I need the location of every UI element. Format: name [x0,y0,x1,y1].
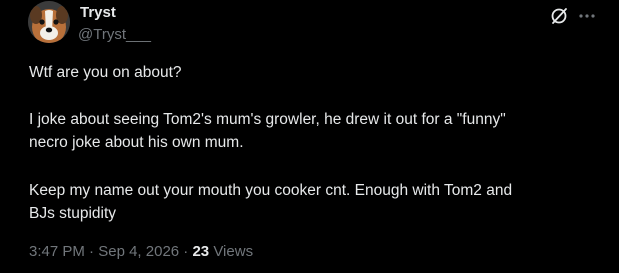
more-options-icon[interactable] [576,6,598,26]
avatar[interactable] [28,1,70,43]
meta-separator: · [183,243,189,260]
grok-icon[interactable] [549,6,569,26]
meta-separator: · [89,243,95,260]
post-text-line: Wtf are you on about? [29,64,182,81]
post-text-line: necro joke about his own mum. [29,134,244,151]
views-count[interactable]: 23 [192,243,209,260]
post-text-line: BJs stupidity [29,205,117,222]
post: Tryst @Tryst___ Wtf are you on about? I … [0,0,619,273]
post-text-line: I joke about seeing Tom2's mum's growler… [29,111,506,128]
dog-avatar-image [28,1,70,43]
post-metadata: 3:47 PM · Sep 4, 2026 · 23 Views [29,243,253,260]
post-time[interactable]: 3:47 PM [29,243,85,260]
author-display-name[interactable]: Tryst [80,4,116,21]
author-handle[interactable]: @Tryst___ [78,26,151,43]
post-date[interactable]: Sep 4, 2026 [98,243,179,260]
post-text-line: Keep my name out your mouth you cooker c… [29,182,513,199]
views-label: Views [213,243,254,260]
